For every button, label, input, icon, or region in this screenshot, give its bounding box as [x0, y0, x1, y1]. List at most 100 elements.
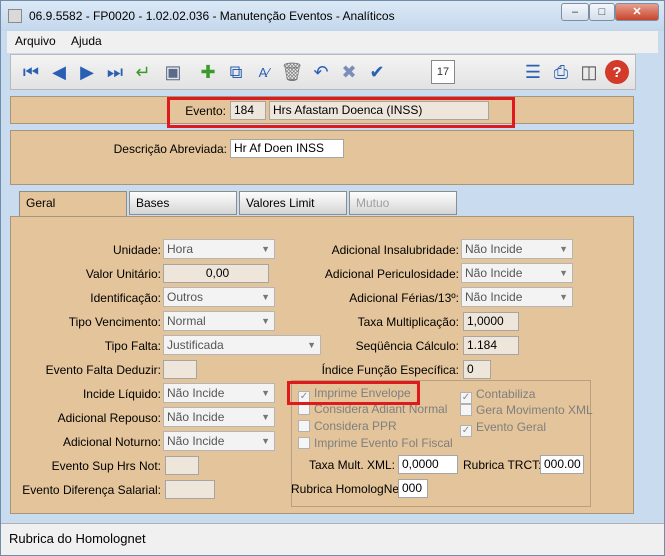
gera-movimento-label: Gera Movimento XML — [476, 403, 593, 417]
considera-ppr-label: Considera PPR — [314, 419, 397, 433]
sequencia-calculo-field[interactable]: 1.184 — [463, 336, 519, 355]
taxa-mult-xml-label: Taxa Mult. XML: — [308, 458, 395, 472]
last-icon[interactable]: ⏭ — [103, 60, 127, 84]
gera-movimento-checkbox[interactable]: Gera Movimento XML — [460, 403, 593, 417]
valor-unitario-field[interactable]: 0,00 — [163, 264, 269, 283]
rubrica-trct-field[interactable]: 000.00 — [540, 455, 584, 474]
taxa-mult-xml-field[interactable]: 0,0000 — [398, 455, 458, 474]
app-window: 06.9.5582 - FP0020 - 1.02.02.036 - Manut… — [0, 0, 665, 556]
ferias-label: Adicional Férias/13º: — [349, 291, 459, 305]
first-icon[interactable]: ⏮ — [19, 60, 43, 84]
status-text: Rubrica do Homolognet — [9, 531, 146, 546]
indice-funcao-field[interactable]: 0 — [463, 360, 491, 379]
incide-liquido-label: Incide Líquido: — [82, 387, 161, 401]
evento-geral-label: Evento Geral — [476, 420, 547, 434]
app-icon — [8, 9, 22, 23]
menu-ajuda[interactable]: Ajuda — [71, 34, 102, 48]
copy-icon[interactable]: ⧉ — [224, 60, 248, 84]
tipo-falta-select[interactable]: Justificada ▼ — [163, 335, 321, 355]
adicional-repouso-label: Adicional Repouso: — [57, 411, 161, 425]
chevron-down-icon: ▼ — [559, 292, 568, 302]
prev-icon[interactable]: ◀ — [47, 60, 71, 84]
tab-bases[interactable]: Bases — [129, 191, 237, 215]
print-icon[interactable]: ⎙ — [549, 60, 573, 84]
cancel-icon[interactable]: ✖ — [337, 60, 361, 84]
imprime-evento-fol-label: Imprime Evento Fol Fiscal — [314, 436, 453, 450]
tipo-vencimento-value: Normal — [167, 314, 206, 328]
adicional-noturno-label: Adicional Noturno: — [62, 435, 161, 449]
close-button[interactable]: ✕ — [615, 3, 659, 21]
chevron-down-icon: ▼ — [261, 388, 270, 398]
descricao-field[interactable]: Hr Af Doen INSS — [230, 139, 344, 158]
tab-geral[interactable]: Geral — [19, 191, 127, 217]
periculosidade-label: Adicional Periculosidade: — [324, 267, 459, 281]
help-icon[interactable]: ? — [605, 60, 629, 84]
valor-unitario-label: Valor Unitário: — [85, 267, 161, 281]
insalubridade-label: Adicional Insalubridade: — [331, 243, 459, 257]
tipo-falta-value: Justificada — [167, 338, 224, 352]
preview-icon[interactable]: ▣ — [161, 60, 185, 84]
chevron-down-icon: ▼ — [261, 316, 270, 326]
highlight-imprime-envelope — [287, 381, 420, 405]
minimize-button[interactable]: – — [561, 3, 589, 21]
chevron-down-icon: ▼ — [559, 244, 568, 254]
chevron-down-icon: ▼ — [261, 244, 270, 254]
undo-icon[interactable]: ↶ — [309, 60, 333, 84]
ferias-value: Não Incide — [465, 290, 523, 304]
periculosidade-value: Não Incide — [465, 266, 523, 280]
calendar-icon[interactable]: 17 — [431, 60, 455, 84]
checkbox-empty-icon — [298, 437, 310, 449]
maximize-button[interactable]: □ — [589, 3, 615, 21]
insalubridade-select[interactable]: Não Incide ▼ — [461, 239, 573, 259]
edit-icon[interactable]: A∕ — [252, 60, 276, 84]
insalubridade-value: Não Incide — [465, 242, 523, 256]
tipo-vencimento-select[interactable]: Normal ▼ — [163, 311, 275, 331]
checkbox-empty-icon — [298, 420, 310, 432]
evento-geral-checkbox[interactable]: ✓ Evento Geral — [460, 420, 546, 437]
status-bar: Rubrica do Homolognet — [1, 523, 664, 555]
tab-mutuo[interactable]: Mutuo — [349, 191, 457, 215]
delete-icon[interactable]: 🗑 — [280, 60, 304, 84]
unidade-label: Unidade: — [112, 243, 161, 257]
tab-valores-limit[interactable]: Valores Limit — [239, 191, 347, 215]
adicional-noturno-select[interactable]: Não Incide ▼ — [163, 431, 275, 451]
adicional-repouso-select[interactable]: Não Incide ▼ — [163, 407, 275, 427]
adicional-repouso-value: Não Incide — [167, 410, 225, 424]
toolbar: ⏮ ◀ ▶ ⏭ ↵ ▣ ✚ ⧉ A∕ 🗑 ↶ ✖ ✔ 17 ☰ ⎙ ◫ ? — [10, 54, 636, 90]
new-icon[interactable]: ✚ — [196, 60, 220, 84]
imprime-evento-fol-checkbox[interactable]: Imprime Evento Fol Fiscal — [298, 436, 453, 450]
evento-diferenca-field[interactable] — [165, 480, 215, 499]
considera-ppr-checkbox[interactable]: Considera PPR — [298, 419, 397, 433]
checkmark-icon: ✓ — [460, 425, 472, 437]
window-title: 06.9.5582 - FP0020 - 1.02.02.036 - Manut… — [29, 9, 395, 23]
evento-sup-hrs-field[interactable] — [165, 456, 199, 475]
chevron-down-icon: ▼ — [559, 268, 568, 278]
ferias-select[interactable]: Não Incide ▼ — [461, 287, 573, 307]
sequencia-calculo-label: Seqüência Cálculo: — [355, 339, 459, 353]
tipo-vencimento-label: Tipo Vencimento: — [68, 315, 161, 329]
title-bar: 06.9.5582 - FP0020 - 1.02.02.036 - Manut… — [1, 1, 664, 31]
evento-falta-field[interactable] — [163, 360, 197, 379]
identificacao-label: Identificação: — [90, 291, 161, 305]
taxa-multiplicacao-label: Taxa Multiplicação: — [357, 315, 459, 329]
unidade-select[interactable]: Hora ▼ — [163, 239, 275, 259]
menu-arquivo[interactable]: Arquivo — [15, 34, 56, 48]
evento-sup-hrs-label: Evento Sup Hrs Not: — [51, 459, 161, 473]
tree-icon[interactable]: ☰ — [521, 60, 545, 84]
confirm-icon[interactable]: ✔ — [365, 60, 389, 84]
rubrica-homolog-field[interactable]: 000 — [398, 479, 428, 498]
incide-liquido-select[interactable]: Não Incide ▼ — [163, 383, 275, 403]
menu-bar: Arquivo Ajuda — [7, 31, 658, 53]
exit-icon[interactable]: ◫ — [577, 60, 601, 84]
chevron-down-icon: ▼ — [261, 412, 270, 422]
highlight-evento — [167, 97, 515, 128]
return-icon[interactable]: ↵ — [131, 60, 155, 84]
tipo-falta-label: Tipo Falta: — [104, 339, 161, 353]
chevron-down-icon: ▼ — [261, 292, 270, 302]
taxa-multiplicacao-field[interactable]: 1,0000 — [463, 312, 519, 331]
rubrica-trct-label: Rubrica TRCT: — [463, 458, 542, 472]
identificacao-select[interactable]: Outros ▼ — [163, 287, 275, 307]
next-icon[interactable]: ▶ — [75, 60, 99, 84]
periculosidade-select[interactable]: Não Incide ▼ — [461, 263, 573, 283]
contabiliza-checkbox[interactable]: ✓ Contabiliza — [460, 387, 535, 404]
